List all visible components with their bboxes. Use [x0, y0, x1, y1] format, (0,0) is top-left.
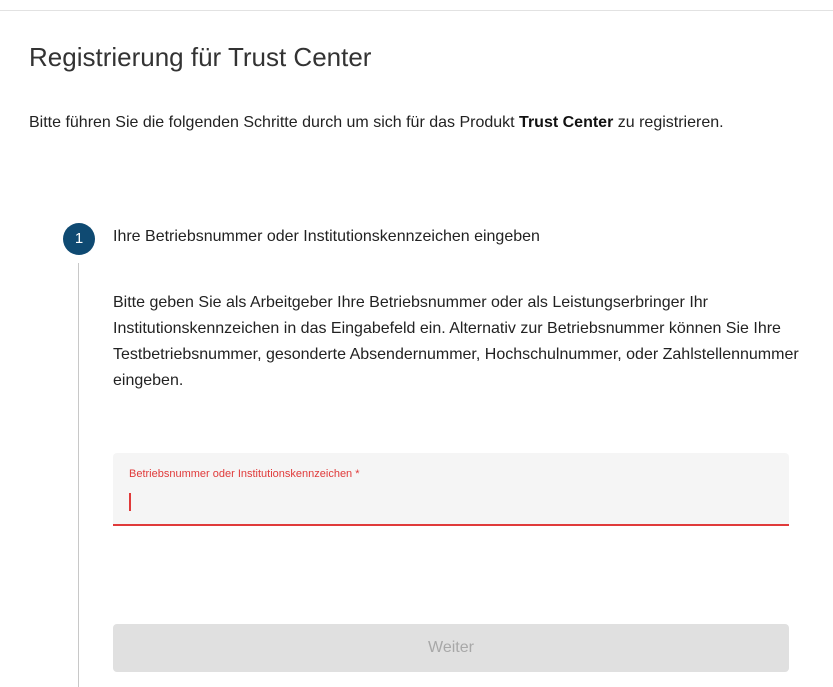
step-description: Bitte geben Sie als Arbeitgeber Ihre Bet…	[113, 294, 799, 389]
betriebsnummer-input[interactable]	[127, 489, 767, 513]
intro-paragraph: Bitte führen Sie die folgenden Schritte …	[29, 110, 819, 136]
intro-suffix: zu registrieren.	[613, 114, 724, 131]
intro-text: Bitte führen Sie die folgenden Schritte …	[29, 114, 520, 131]
step-connector-line	[78, 263, 79, 687]
page-title: Registrierung für Trust Center	[29, 42, 372, 72]
betriebsnummer-field[interactable]: Betriebsnummer oder Institutionskennzeic…	[113, 453, 789, 526]
next-button[interactable]: Weiter	[113, 624, 789, 672]
top-divider	[0, 10, 833, 11]
step-number-badge: 1	[63, 223, 95, 255]
intro-product-name: Trust Center	[519, 114, 614, 131]
betriebsnummer-field-label: Betriebsnummer oder Institutionskennzeic…	[129, 468, 360, 480]
step-title: Ihre Betriebsnummer oder Institutionsken…	[113, 228, 540, 245]
